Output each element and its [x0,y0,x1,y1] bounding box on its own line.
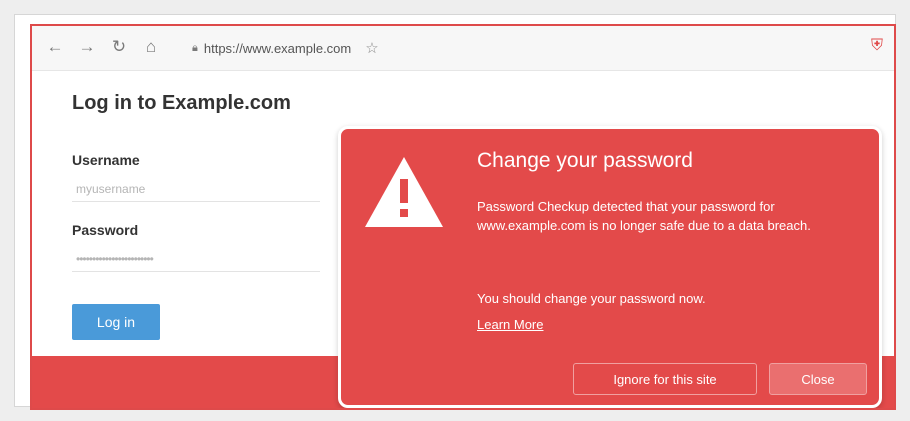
change-password-dialog: Change your password Password Checkup de… [338,126,882,408]
page-title: Log in to Example.com [72,92,291,114]
username-label: Username [72,152,140,168]
lock-icon: 🔒︎ [192,41,198,54]
username-field[interactable]: myusername [72,176,320,202]
warning-icon [365,157,443,227]
forward-arrow-icon[interactable]: → [76,36,98,58]
back-arrow-icon[interactable]: ← [44,36,66,58]
browser-window: ← → ↻ ⌂ 🔒︎ https://www.example.com ☆ ⛨ L… [30,24,896,410]
browser-toolbar: ← → ↻ ⌂ 🔒︎ https://www.example.com ☆ ⛨ [32,26,894,71]
password-field[interactable]: •••••••••••••••••••••••• [72,246,320,272]
home-icon[interactable]: ⌂ [140,36,162,58]
ignore-for-site-button[interactable]: Ignore for this site [573,363,757,395]
dialog-title: Change your password [477,149,693,172]
password-label: Password [72,222,139,238]
learn-more-link[interactable]: Learn More [477,317,543,332]
dialog-message: Password Checkup detected that your pass… [477,199,811,233]
star-icon[interactable]: ☆ [365,39,378,57]
dialog-advice: You should change your password now. [477,291,706,306]
url-text: https://www.example.com [203,40,352,56]
password-checkup-icon[interactable]: ⛨ [868,37,886,55]
address-bar[interactable]: 🔒︎ https://www.example.com ☆ [190,35,444,61]
reload-icon[interactable]: ↻ [108,36,130,58]
close-button[interactable]: Close [769,363,867,395]
login-button[interactable]: Log in [72,304,160,340]
